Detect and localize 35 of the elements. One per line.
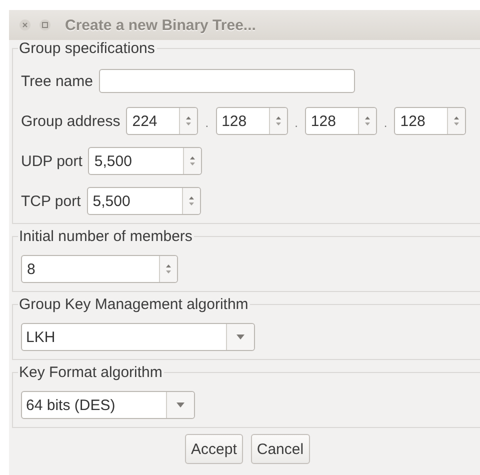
dialog-button[interactable]: Cancel [250, 434, 310, 464]
dialog-button[interactable]: Accept [185, 434, 243, 464]
spin-arrows-icon [189, 155, 196, 167]
section-title: Group specifications [18, 40, 156, 57]
separator-text: . [294, 116, 298, 132]
spin-arrows-icon [364, 115, 371, 127]
number-spinner[interactable]: 5,500 [86, 187, 201, 215]
caret-down-icon [236, 334, 245, 340]
input-field[interactable] [98, 69, 355, 93]
number-spinner[interactable]: 5,500 [88, 147, 202, 175]
number-spinner[interactable]: 8 [21, 255, 178, 283]
spin-arrows-icon [274, 115, 282, 127]
spin-arrows-icon [185, 115, 192, 127]
spin-arrows-icon [188, 195, 195, 207]
number-spinner[interactable]: 128 [304, 107, 377, 135]
dropdown[interactable]: LKH [21, 323, 255, 351]
section-title: Initial number of members [18, 228, 194, 245]
spin-arrows-icon [453, 115, 460, 127]
field-label: UDP port [21, 152, 82, 170]
spin-arrows-icon [165, 263, 172, 275]
number-spinner[interactable]: 224 [126, 107, 198, 135]
dropdown[interactable]: 64 bits (DES) [21, 391, 195, 419]
number-spinner[interactable]: 128 [216, 107, 288, 135]
field-label: Group address [21, 112, 120, 130]
field-label: Tree name [21, 72, 93, 90]
close-icon [19, 19, 31, 31]
separator-text: . [205, 116, 209, 132]
section-title: Key Format algorithm [18, 364, 164, 381]
maximize-icon [39, 19, 51, 31]
section-title: Group Key Management algorithm [18, 296, 250, 313]
caret-down-icon [176, 402, 185, 408]
window-title: Create a new Binary Tree... [65, 16, 256, 34]
separator-text: . [384, 116, 388, 132]
field-label: TCP port [21, 192, 81, 210]
number-spinner[interactable]: 128 [394, 107, 466, 135]
